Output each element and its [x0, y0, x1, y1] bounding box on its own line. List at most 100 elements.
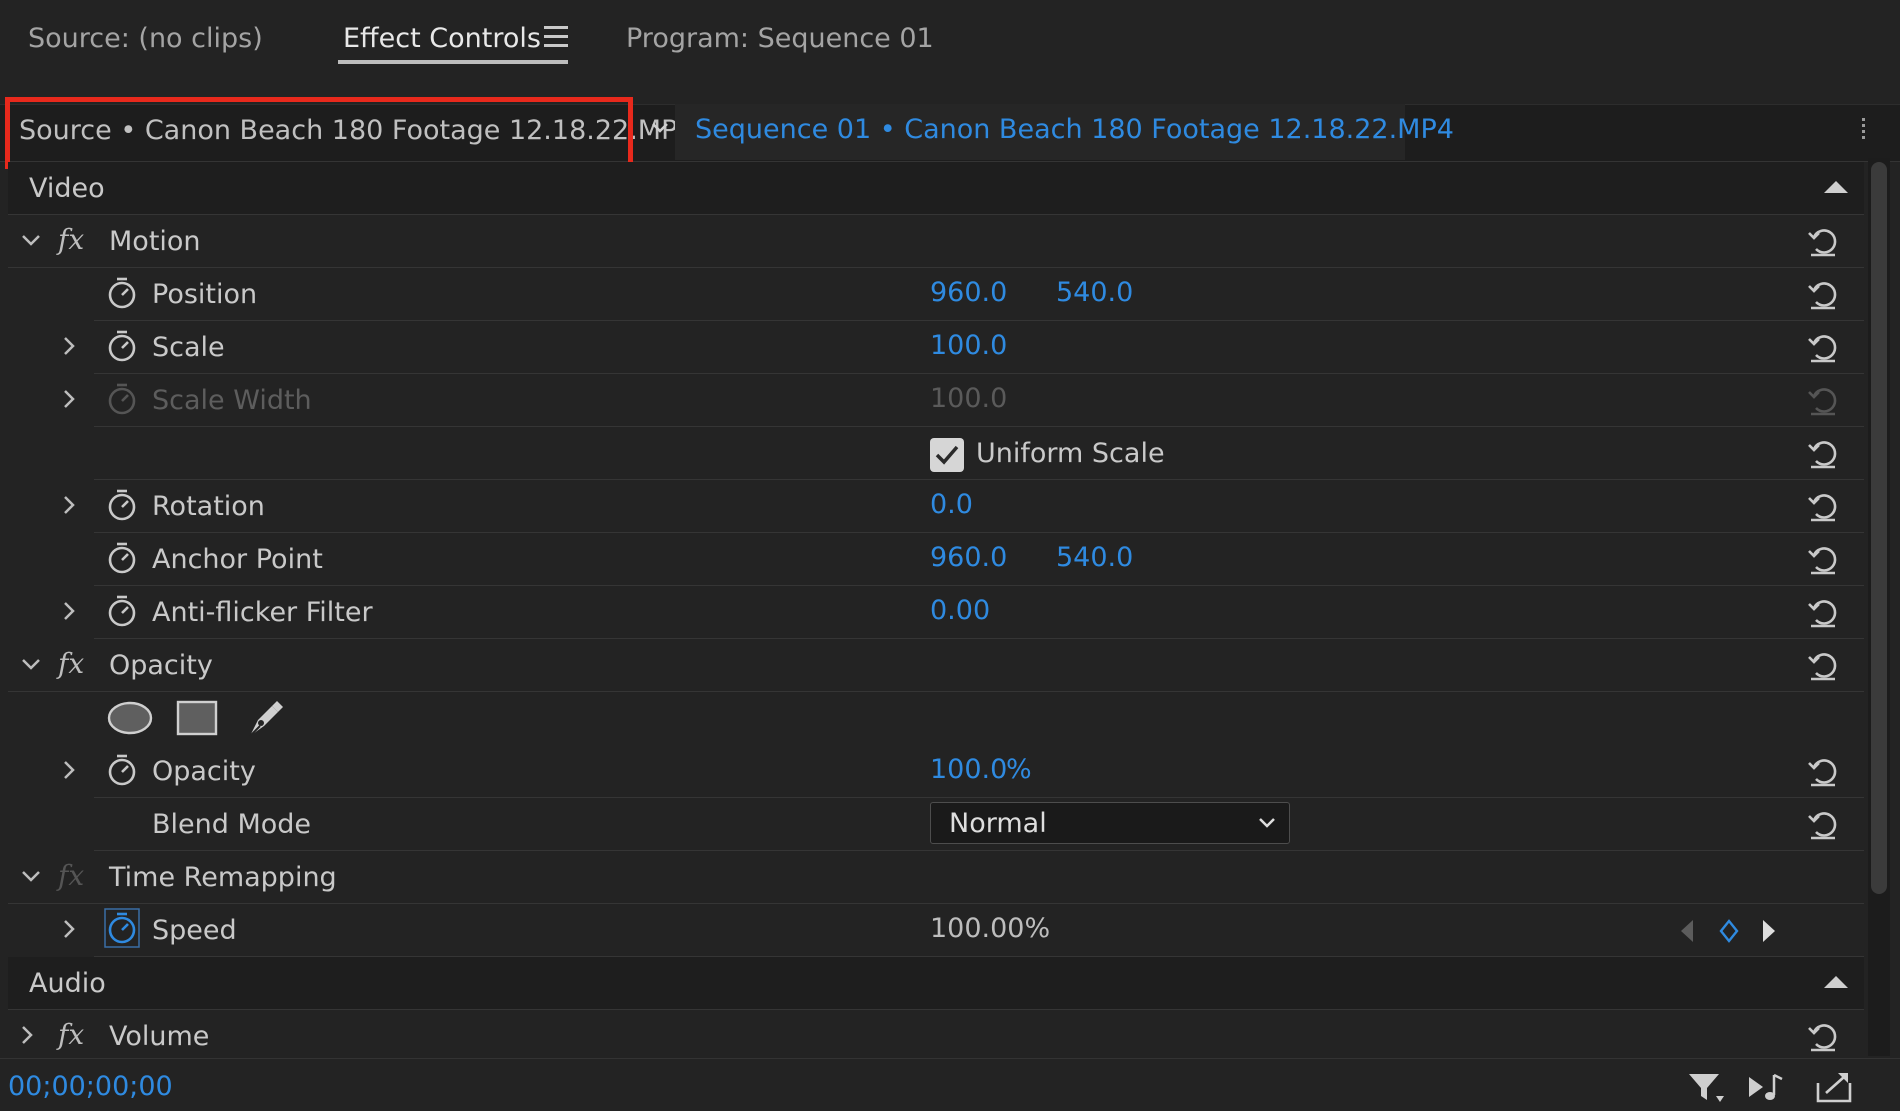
position-x-value[interactable]: 960.0 [930, 277, 1007, 308]
export-icon[interactable] [1814, 1069, 1854, 1105]
audio-section-label: Audio [29, 968, 106, 999]
property-label: Opacity [152, 756, 256, 787]
property-label: Scale [152, 332, 225, 363]
property-label: Rotation [152, 491, 265, 522]
property-row-position: Position 960.0 540.0 [94, 268, 1864, 321]
effect-row-motion: fx Motion [8, 215, 1864, 268]
panel-menu-icon[interactable] [544, 26, 568, 48]
chevron-right-icon[interactable] [58, 335, 80, 357]
effect-row-volume: fx Volume [8, 1010, 1864, 1063]
reset-icon[interactable] [1806, 225, 1840, 257]
fx-toggle-icon[interactable]: fx [58, 647, 84, 680]
chevron-down-icon[interactable] [650, 118, 670, 138]
sequence-clip-label[interactable]: Sequence 01 • Canon Beach 180 Footage 12… [695, 114, 1454, 145]
fx-toggle-icon: fx [58, 859, 85, 892]
stopwatch-icon[interactable] [106, 329, 138, 363]
chevron-right-icon[interactable] [16, 1024, 38, 1046]
reset-icon[interactable] [1806, 649, 1840, 681]
chevron-down-icon[interactable] [20, 653, 42, 675]
sequence-clip-tab[interactable]: Sequence 01 • Canon Beach 180 Footage 12… [675, 104, 1454, 160]
checkmark-icon [935, 445, 959, 465]
ellipse-mask-icon[interactable] [106, 700, 154, 736]
opacity-unit: % [1006, 754, 1032, 785]
stopwatch-icon[interactable] [106, 541, 138, 575]
filter-icon[interactable] [1686, 1069, 1726, 1105]
mask-tools-row [8, 692, 1864, 744]
chevron-down-icon[interactable] [20, 865, 42, 887]
blend-mode-select[interactable]: Normal [930, 802, 1290, 844]
stopwatch-icon[interactable] [106, 594, 138, 628]
property-row-scale-width: Scale Width 100.0 [64, 374, 1864, 427]
rectangle-mask-icon[interactable] [176, 700, 218, 736]
audio-section-header: Audio [8, 957, 1864, 1010]
active-tab-indicator [338, 60, 568, 64]
reset-icon[interactable] [1806, 808, 1840, 840]
fx-toggle-icon[interactable]: fx [58, 1018, 84, 1051]
collapse-up-icon[interactable] [1824, 976, 1848, 988]
rotation-value[interactable]: 0.0 [930, 489, 973, 520]
tab-effect-controls[interactable]: Effect Controls [343, 18, 541, 60]
scrollbar-thumb[interactable] [1871, 162, 1887, 894]
reset-icon[interactable] [1806, 437, 1840, 469]
anchor-x-value[interactable]: 960.0 [930, 542, 1007, 573]
add-keyframe-icon[interactable] [1718, 918, 1740, 944]
collapse-up-icon[interactable] [1824, 181, 1848, 193]
property-row-opacity: Opacity 100.0 % [64, 745, 1864, 798]
reset-icon[interactable] [1806, 596, 1840, 628]
play-audio-icon[interactable] [1746, 1069, 1786, 1105]
property-label: Anti-flicker Filter [152, 597, 373, 628]
reset-icon[interactable] [1806, 331, 1840, 363]
fx-toggle-icon[interactable]: fx [58, 223, 84, 256]
scale-value[interactable]: 100.0 [930, 330, 1007, 361]
chevron-right-icon[interactable] [58, 918, 80, 940]
tab-source[interactable]: Source: (no clips) [28, 18, 263, 60]
playhead-timecode[interactable]: 00;00;00;00 [8, 1071, 173, 1102]
highlight-box [5, 97, 633, 169]
effect-label-volume: Volume [109, 1021, 210, 1052]
uniform-scale-label: Uniform Scale [976, 438, 1165, 469]
pen-mask-icon[interactable] [244, 696, 288, 740]
effect-label-opacity: Opacity [109, 650, 213, 681]
previous-keyframe-icon[interactable] [1678, 918, 1696, 944]
reset-icon[interactable] [1806, 490, 1840, 522]
property-label: Blend Mode [152, 809, 312, 840]
stopwatch-icon[interactable] [106, 276, 138, 310]
stopwatch-icon[interactable] [104, 908, 140, 948]
reset-icon[interactable] [1806, 278, 1840, 310]
property-row-blend-mode: Blend Mode Normal [94, 798, 1864, 851]
next-keyframe-icon[interactable] [1760, 918, 1778, 944]
reset-icon [1808, 388, 1837, 416]
vertical-scrollbar[interactable] [1868, 158, 1890, 1056]
chevron-right-icon[interactable] [58, 388, 80, 410]
uniform-scale-checkbox[interactable] [930, 438, 964, 472]
property-row-anti-flicker: Anti-flicker Filter 0.00 [64, 586, 1864, 639]
property-label: Position [152, 279, 258, 310]
effect-controls-panel: Source: (no clips) Effect Controls Progr… [0, 0, 1900, 1111]
anchor-y-value[interactable]: 540.0 [1056, 542, 1133, 573]
position-y-value[interactable]: 540.0 [1056, 277, 1133, 308]
stopwatch-icon[interactable] [106, 753, 138, 787]
effect-label-time-remapping: Time Remapping [109, 862, 337, 893]
anti-flicker-value[interactable]: 0.00 [930, 595, 990, 626]
reset-icon[interactable] [1806, 755, 1840, 787]
reset-icon[interactable] [1806, 543, 1840, 575]
chevron-right-icon[interactable] [58, 759, 80, 781]
chevron-down-icon[interactable] [20, 229, 42, 251]
reset-icon[interactable] [1806, 1020, 1840, 1052]
speed-value[interactable]: 100.00% [930, 913, 1050, 944]
blend-mode-value: Normal [949, 808, 1047, 839]
opacity-value[interactable]: 100.0 [930, 754, 1007, 785]
tab-program[interactable]: Program: Sequence 01 [626, 18, 934, 60]
panel-grip-icon[interactable] [1856, 118, 1868, 140]
chevron-right-icon[interactable] [58, 494, 80, 516]
property-row-anchor-point: Anchor Point 960.0 540.0 [94, 533, 1864, 586]
property-row-rotation: Rotation 0.0 [64, 480, 1864, 533]
property-row-scale: Scale 100.0 [64, 321, 1864, 374]
stopwatch-icon[interactable] [106, 488, 138, 522]
chevron-right-icon[interactable] [58, 600, 80, 622]
chevron-down-icon [1259, 818, 1275, 828]
video-section-label: Video [29, 173, 105, 204]
panel-tab-bar: Source: (no clips) Effect Controls Progr… [0, 0, 1900, 100]
effect-row-time-remapping: fx Time Remapping [8, 851, 1864, 904]
property-row-uniform-scale: Uniform Scale [94, 427, 1864, 480]
